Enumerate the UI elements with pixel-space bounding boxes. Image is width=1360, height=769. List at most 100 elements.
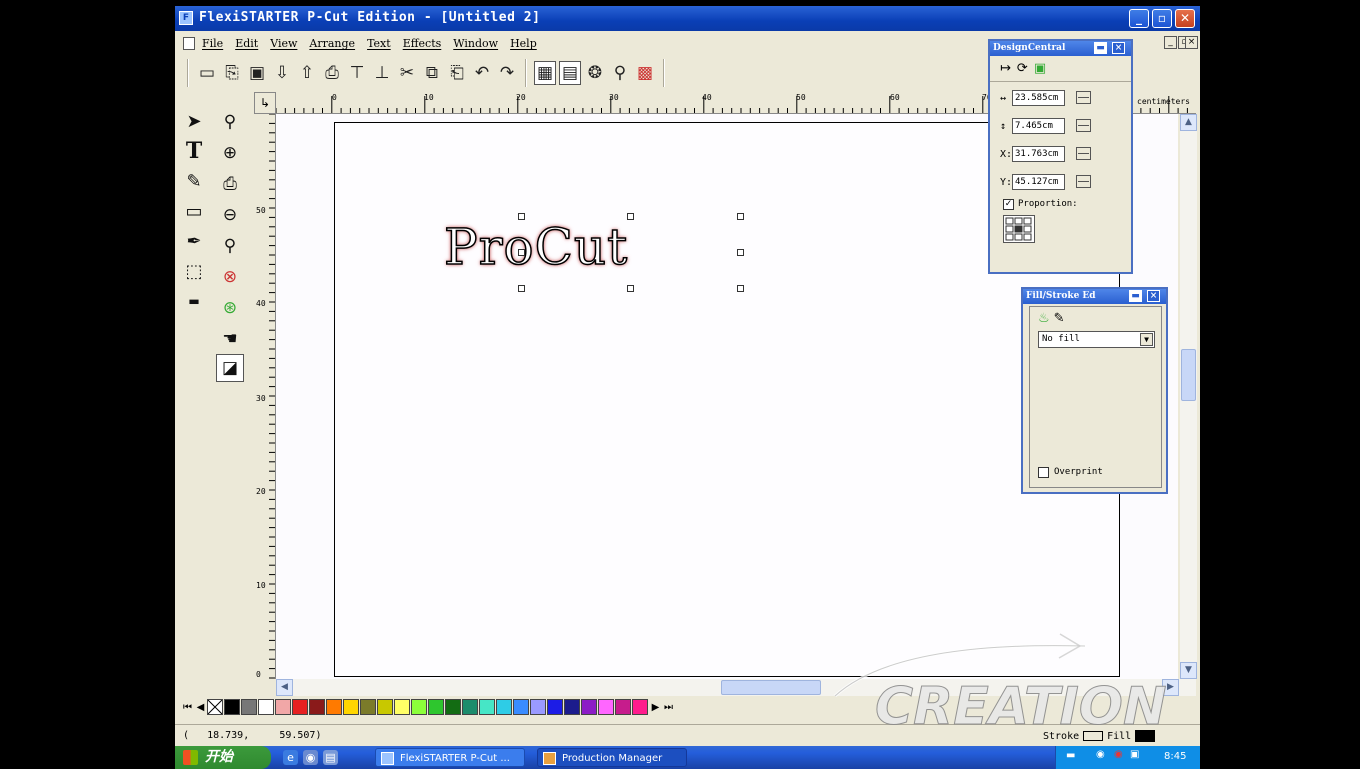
color-swatch-gray[interactable] <box>241 699 257 715</box>
selection-handle[interactable] <box>737 285 744 292</box>
color-swatch[interactable] <box>394 699 410 715</box>
close-button[interactable]: ✕ <box>1175 9 1195 28</box>
menu-edit[interactable]: Edit <box>235 37 258 50</box>
selection-handle[interactable] <box>737 249 744 256</box>
maximize-button[interactable]: ▫ <box>1152 9 1172 28</box>
fill-stroke-icon[interactable]: ▤ <box>559 61 581 85</box>
undo-icon[interactable]: ↶ <box>471 61 493 85</box>
color-swatch[interactable] <box>479 699 495 715</box>
color-swatch[interactable] <box>326 699 342 715</box>
menu-file[interactable]: File <box>202 37 223 50</box>
import-icon[interactable]: ⇩ <box>271 61 293 85</box>
zoom-page-icon[interactable]: ⎙ <box>215 168 245 199</box>
color-swatch[interactable] <box>564 699 580 715</box>
menu-view[interactable]: View <box>270 37 297 50</box>
stroke-swatch[interactable] <box>1083 731 1104 741</box>
overprint-checkbox[interactable] <box>1038 467 1049 478</box>
minimize-button[interactable]: _ <box>1129 9 1149 28</box>
color-swatch[interactable] <box>615 699 631 715</box>
color-swatch[interactable] <box>309 699 325 715</box>
color-swatch[interactable] <box>411 699 427 715</box>
palette-last-button[interactable]: ⏭ <box>662 702 675 713</box>
palette-first-button[interactable]: ⏮ <box>181 702 194 713</box>
vertical-scroll-thumb[interactable] <box>1181 349 1196 401</box>
doc-minimize-button[interactable]: _ <box>1164 36 1177 49</box>
fill-swatch[interactable] <box>1135 730 1156 742</box>
open-icon[interactable]: ⎘ <box>221 61 243 85</box>
doc-close-button[interactable]: × <box>1185 36 1198 49</box>
text-tool-icon[interactable]: T <box>179 136 209 166</box>
scroll-down-button[interactable]: ▼ <box>1180 662 1197 679</box>
paste-icon[interactable]: ⎗ <box>446 61 468 85</box>
cut-to-plotter-icon[interactable]: ⊤ <box>346 61 368 85</box>
y-spinner[interactable] <box>1076 175 1091 188</box>
fill-type-select[interactable]: No fill ▼ <box>1038 331 1155 348</box>
menu-arrange[interactable]: Arrange <box>309 37 355 50</box>
media-icon[interactable]: ◉ <box>303 750 318 765</box>
desktop-icon[interactable]: ▤ <box>323 750 338 765</box>
fill-stroke-title-bar[interactable]: Fill/Stroke Ed ▬ × <box>1023 289 1166 304</box>
panel-minimize-button[interactable]: ▬ <box>1094 42 1107 54</box>
color-swatch[interactable] <box>258 699 274 715</box>
task-flexistarter[interactable]: FlexiSTARTER P-Cut ... <box>375 748 525 767</box>
color-icon[interactable]: ❂ <box>584 61 606 85</box>
security-icon[interactable]: ◉ <box>1114 749 1123 760</box>
x-field[interactable]: 31.763cm <box>1012 146 1065 162</box>
task-production-manager[interactable]: Production Manager <box>537 748 687 767</box>
trace-tool-icon[interactable]: ⬚ <box>179 256 209 286</box>
color-swatch[interactable] <box>581 699 597 715</box>
measure-tool-icon[interactable]: ▬ <box>179 286 209 316</box>
procut-text-object[interactable]: ProCut <box>443 217 628 277</box>
vertical-scrollbar[interactable]: ▲ ▼ <box>1180 114 1197 679</box>
palette-prev-button[interactable]: ◀ <box>194 702 207 713</box>
color-swatch[interactable] <box>530 699 546 715</box>
scroll-up-button[interactable]: ▲ <box>1180 114 1197 131</box>
redo-icon[interactable]: ↷ <box>496 61 518 85</box>
document-icon[interactable] <box>183 37 195 50</box>
new-icon[interactable]: ▭ <box>196 61 218 85</box>
vertical-ruler[interactable]: 50 40 30 20 10 0 <box>254 114 276 679</box>
shape-tool-icon[interactable]: ✎ <box>179 166 209 196</box>
color-swatch[interactable] <box>598 699 614 715</box>
height-spinner[interactable] <box>1076 119 1091 132</box>
zoom-selection-icon[interactable]: ⚲ <box>215 230 245 261</box>
zoom-color-icon[interactable]: ⊛ <box>215 292 245 323</box>
proportional-checkbox[interactable]: ✓ <box>1003 199 1014 210</box>
color-swatch[interactable] <box>275 699 291 715</box>
selection-handle[interactable] <box>518 213 525 220</box>
zoom-out-icon[interactable]: ⊖ <box>215 199 245 230</box>
zoom-in-icon[interactable]: ⊕ <box>215 137 245 168</box>
export-icon[interactable]: ⇧ <box>296 61 318 85</box>
ie-icon[interactable]: e <box>283 750 298 765</box>
menu-effects[interactable]: Effects <box>403 37 442 50</box>
rectangle-tool-icon[interactable]: ▭ <box>179 196 209 226</box>
tray-app-icon[interactable]: ▣ <box>1130 749 1139 760</box>
tab-move-icon[interactable]: ↦ <box>1000 61 1011 76</box>
color-swatch[interactable] <box>632 699 648 715</box>
height-field[interactable]: 7.465cm <box>1012 118 1065 134</box>
color-swatch[interactable] <box>445 699 461 715</box>
swatch-icon[interactable]: ▩ <box>634 61 656 85</box>
select-tool-icon[interactable]: ➤ <box>179 106 209 136</box>
network-icon[interactable]: ▬ <box>1066 750 1075 761</box>
selection-handle[interactable] <box>627 285 634 292</box>
production-icon[interactable]: ⊥ <box>371 61 393 85</box>
tab-scale-icon[interactable]: ▣ <box>1034 61 1046 76</box>
design-central-title-bar[interactable]: DesignCentral ▬ × <box>990 41 1131 56</box>
width-field[interactable]: 23.585cm <box>1012 90 1065 106</box>
volume-icon[interactable]: ◉ <box>1096 749 1105 760</box>
pen-icon[interactable]: ✎ <box>1054 311 1065 326</box>
fill-bucket-icon[interactable]: ♨ <box>1038 311 1050 326</box>
width-spinner[interactable] <box>1076 91 1091 104</box>
color-swatch[interactable] <box>513 699 529 715</box>
selection-handle[interactable] <box>737 213 744 220</box>
zoom-tool-icon[interactable]: ⚲ <box>609 61 631 85</box>
selection-handle[interactable] <box>627 213 634 220</box>
anchor-point-grid[interactable] <box>1003 215 1035 243</box>
panel-close-button[interactable]: × <box>1112 42 1125 54</box>
tab-rotate-icon[interactable]: ⟳ <box>1017 61 1028 76</box>
selection-handle[interactable] <box>518 285 525 292</box>
x-spinner[interactable] <box>1076 147 1091 160</box>
palette-next-button[interactable]: ▶ <box>649 702 662 713</box>
fill-tool-icon[interactable]: ◪ <box>216 354 244 382</box>
